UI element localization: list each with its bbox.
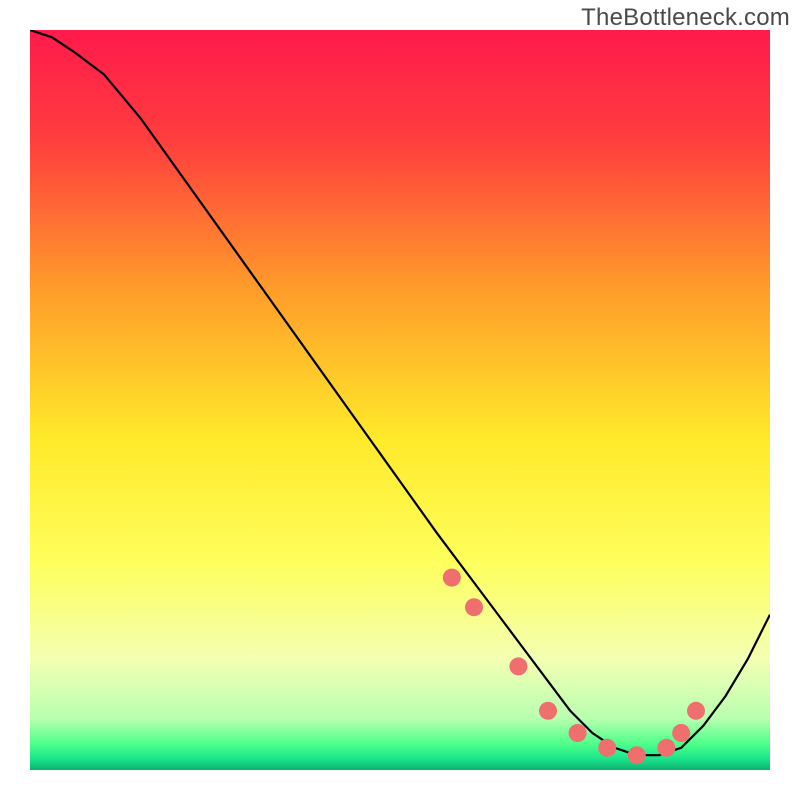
highlight-dot — [657, 739, 675, 757]
plot-area — [30, 30, 770, 770]
highlight-dot — [628, 746, 646, 764]
highlight-dot — [569, 724, 587, 742]
chart-container: TheBottleneck.com — [0, 0, 800, 800]
attribution-text: TheBottleneck.com — [581, 4, 790, 32]
highlight-dot — [465, 598, 483, 616]
chart-svg — [30, 30, 770, 770]
highlight-dot — [443, 569, 461, 587]
highlight-dot — [687, 702, 705, 720]
highlight-dot — [598, 739, 616, 757]
highlight-dot — [539, 702, 557, 720]
gradient-background — [30, 30, 770, 770]
highlight-dot — [509, 657, 527, 675]
highlight-dot — [672, 724, 690, 742]
